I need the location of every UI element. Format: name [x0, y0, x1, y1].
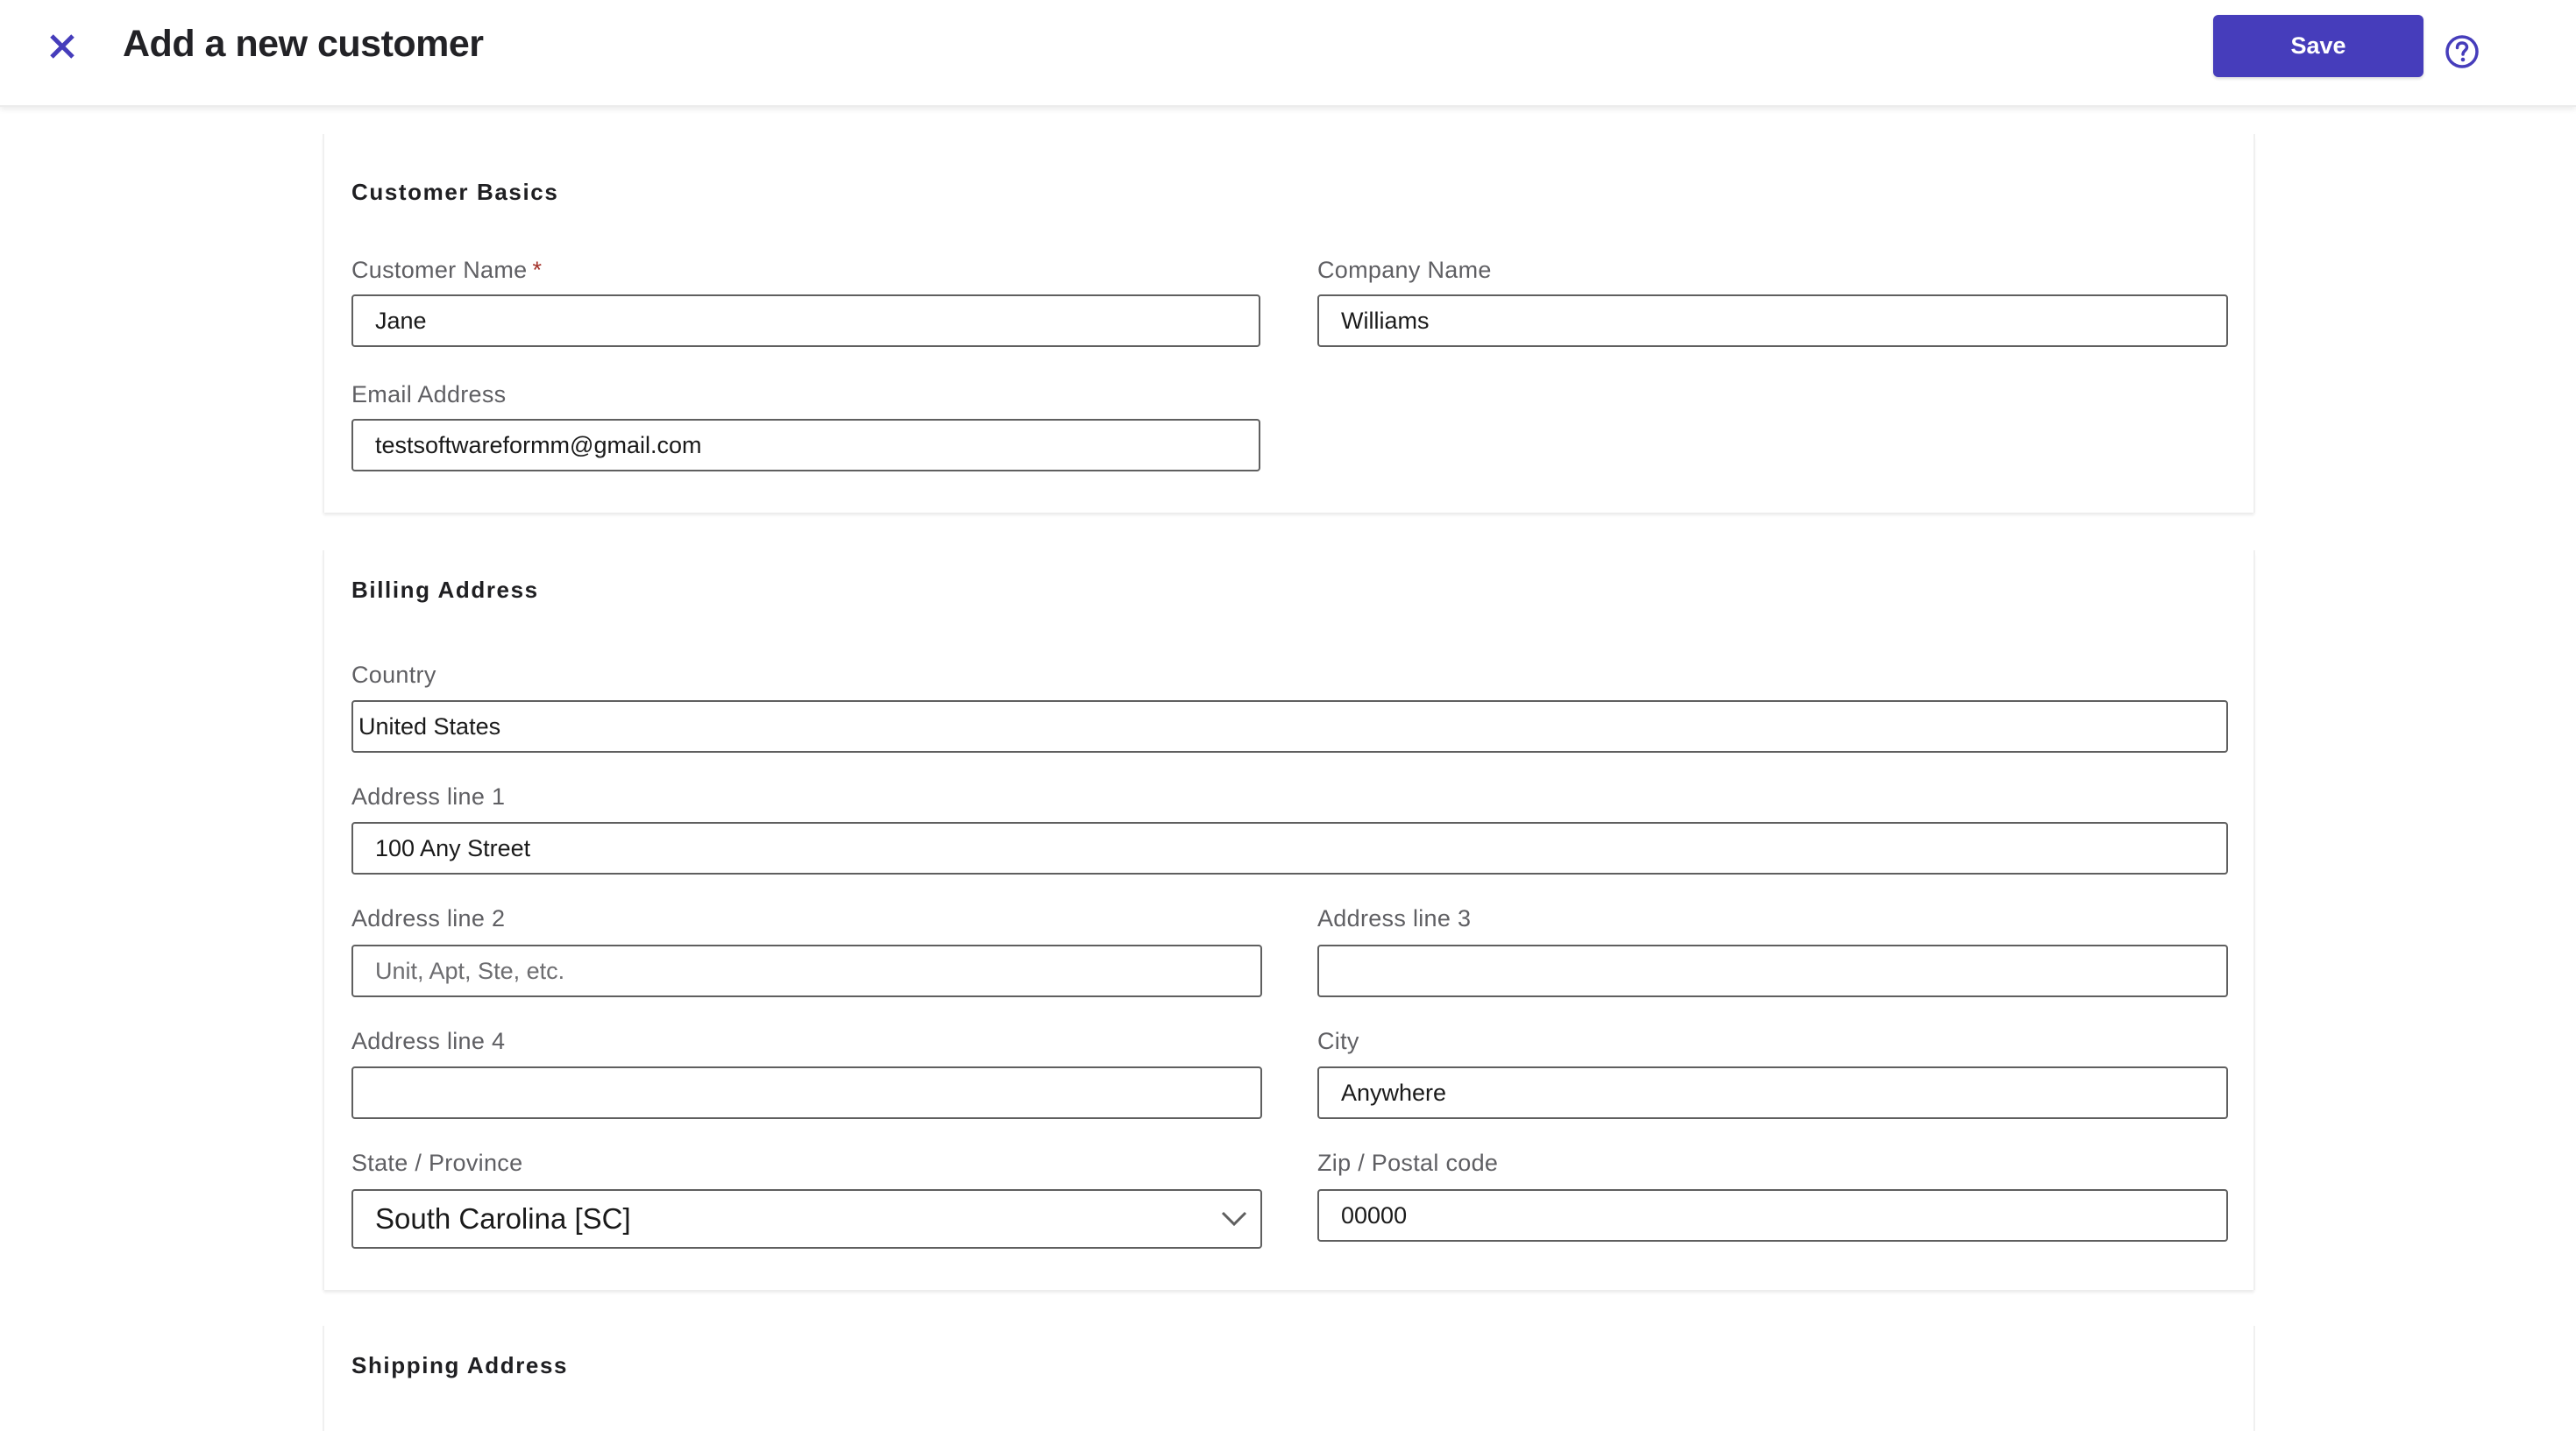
customer-name-label: Customer Name *: [351, 257, 542, 284]
section-title: Customer Basics: [351, 179, 559, 205]
address-line-3-label: Address line 3: [1317, 905, 1472, 932]
address-line-1-input[interactable]: [351, 822, 2228, 875]
help-circle-icon: [2445, 35, 2479, 68]
state-select-value: South Carolina [SC]: [375, 1202, 631, 1235]
close-button[interactable]: [42, 26, 82, 67]
help-button[interactable]: [2444, 33, 2480, 70]
city-input[interactable]: [1317, 1066, 2228, 1119]
state-label: State / Province: [351, 1150, 523, 1176]
city-label: City: [1317, 1028, 1359, 1054]
page-header: Add a new customer Save: [0, 0, 2576, 107]
email-input[interactable]: [351, 419, 1260, 471]
customer-name-input[interactable]: [351, 294, 1260, 347]
shipping-address-card: Shipping Address: [323, 1326, 2255, 1431]
billing-address-card: Billing Address Country Address line 1 A…: [323, 550, 2255, 1290]
zip-label: Zip / Postal code: [1317, 1150, 1499, 1176]
section-title: Billing Address: [351, 577, 539, 603]
save-button[interactable]: Save: [2213, 15, 2423, 77]
zip-input[interactable]: [1317, 1189, 2228, 1242]
address-line-4-label: Address line 4: [351, 1028, 506, 1054]
required-marker: *: [532, 257, 543, 283]
page-title: Add a new customer: [123, 23, 484, 65]
customer-name-label-text: Customer Name: [351, 257, 528, 283]
address-line-2-label: Address line 2: [351, 905, 506, 932]
address-line-1-label: Address line 1: [351, 783, 506, 810]
chevron-down-icon: [1217, 1201, 1252, 1236]
country-input[interactable]: [351, 700, 2228, 753]
customer-basics-card: Customer Basics Customer Name* Company N…: [323, 134, 2255, 513]
close-icon: [50, 34, 75, 59]
country-label: Country: [351, 662, 436, 688]
company-name-label: Company Name: [1317, 257, 1492, 283]
section-title: Shipping Address: [351, 1352, 569, 1378]
address-line-2-input[interactable]: [351, 945, 1262, 997]
address-line-4-input[interactable]: [351, 1066, 1262, 1119]
company-name-input[interactable]: [1317, 294, 2228, 347]
state-select[interactable]: South Carolina [SC]: [351, 1189, 1262, 1249]
address-line-3-input[interactable]: [1317, 945, 2228, 997]
email-label: Email Address: [351, 381, 507, 407]
